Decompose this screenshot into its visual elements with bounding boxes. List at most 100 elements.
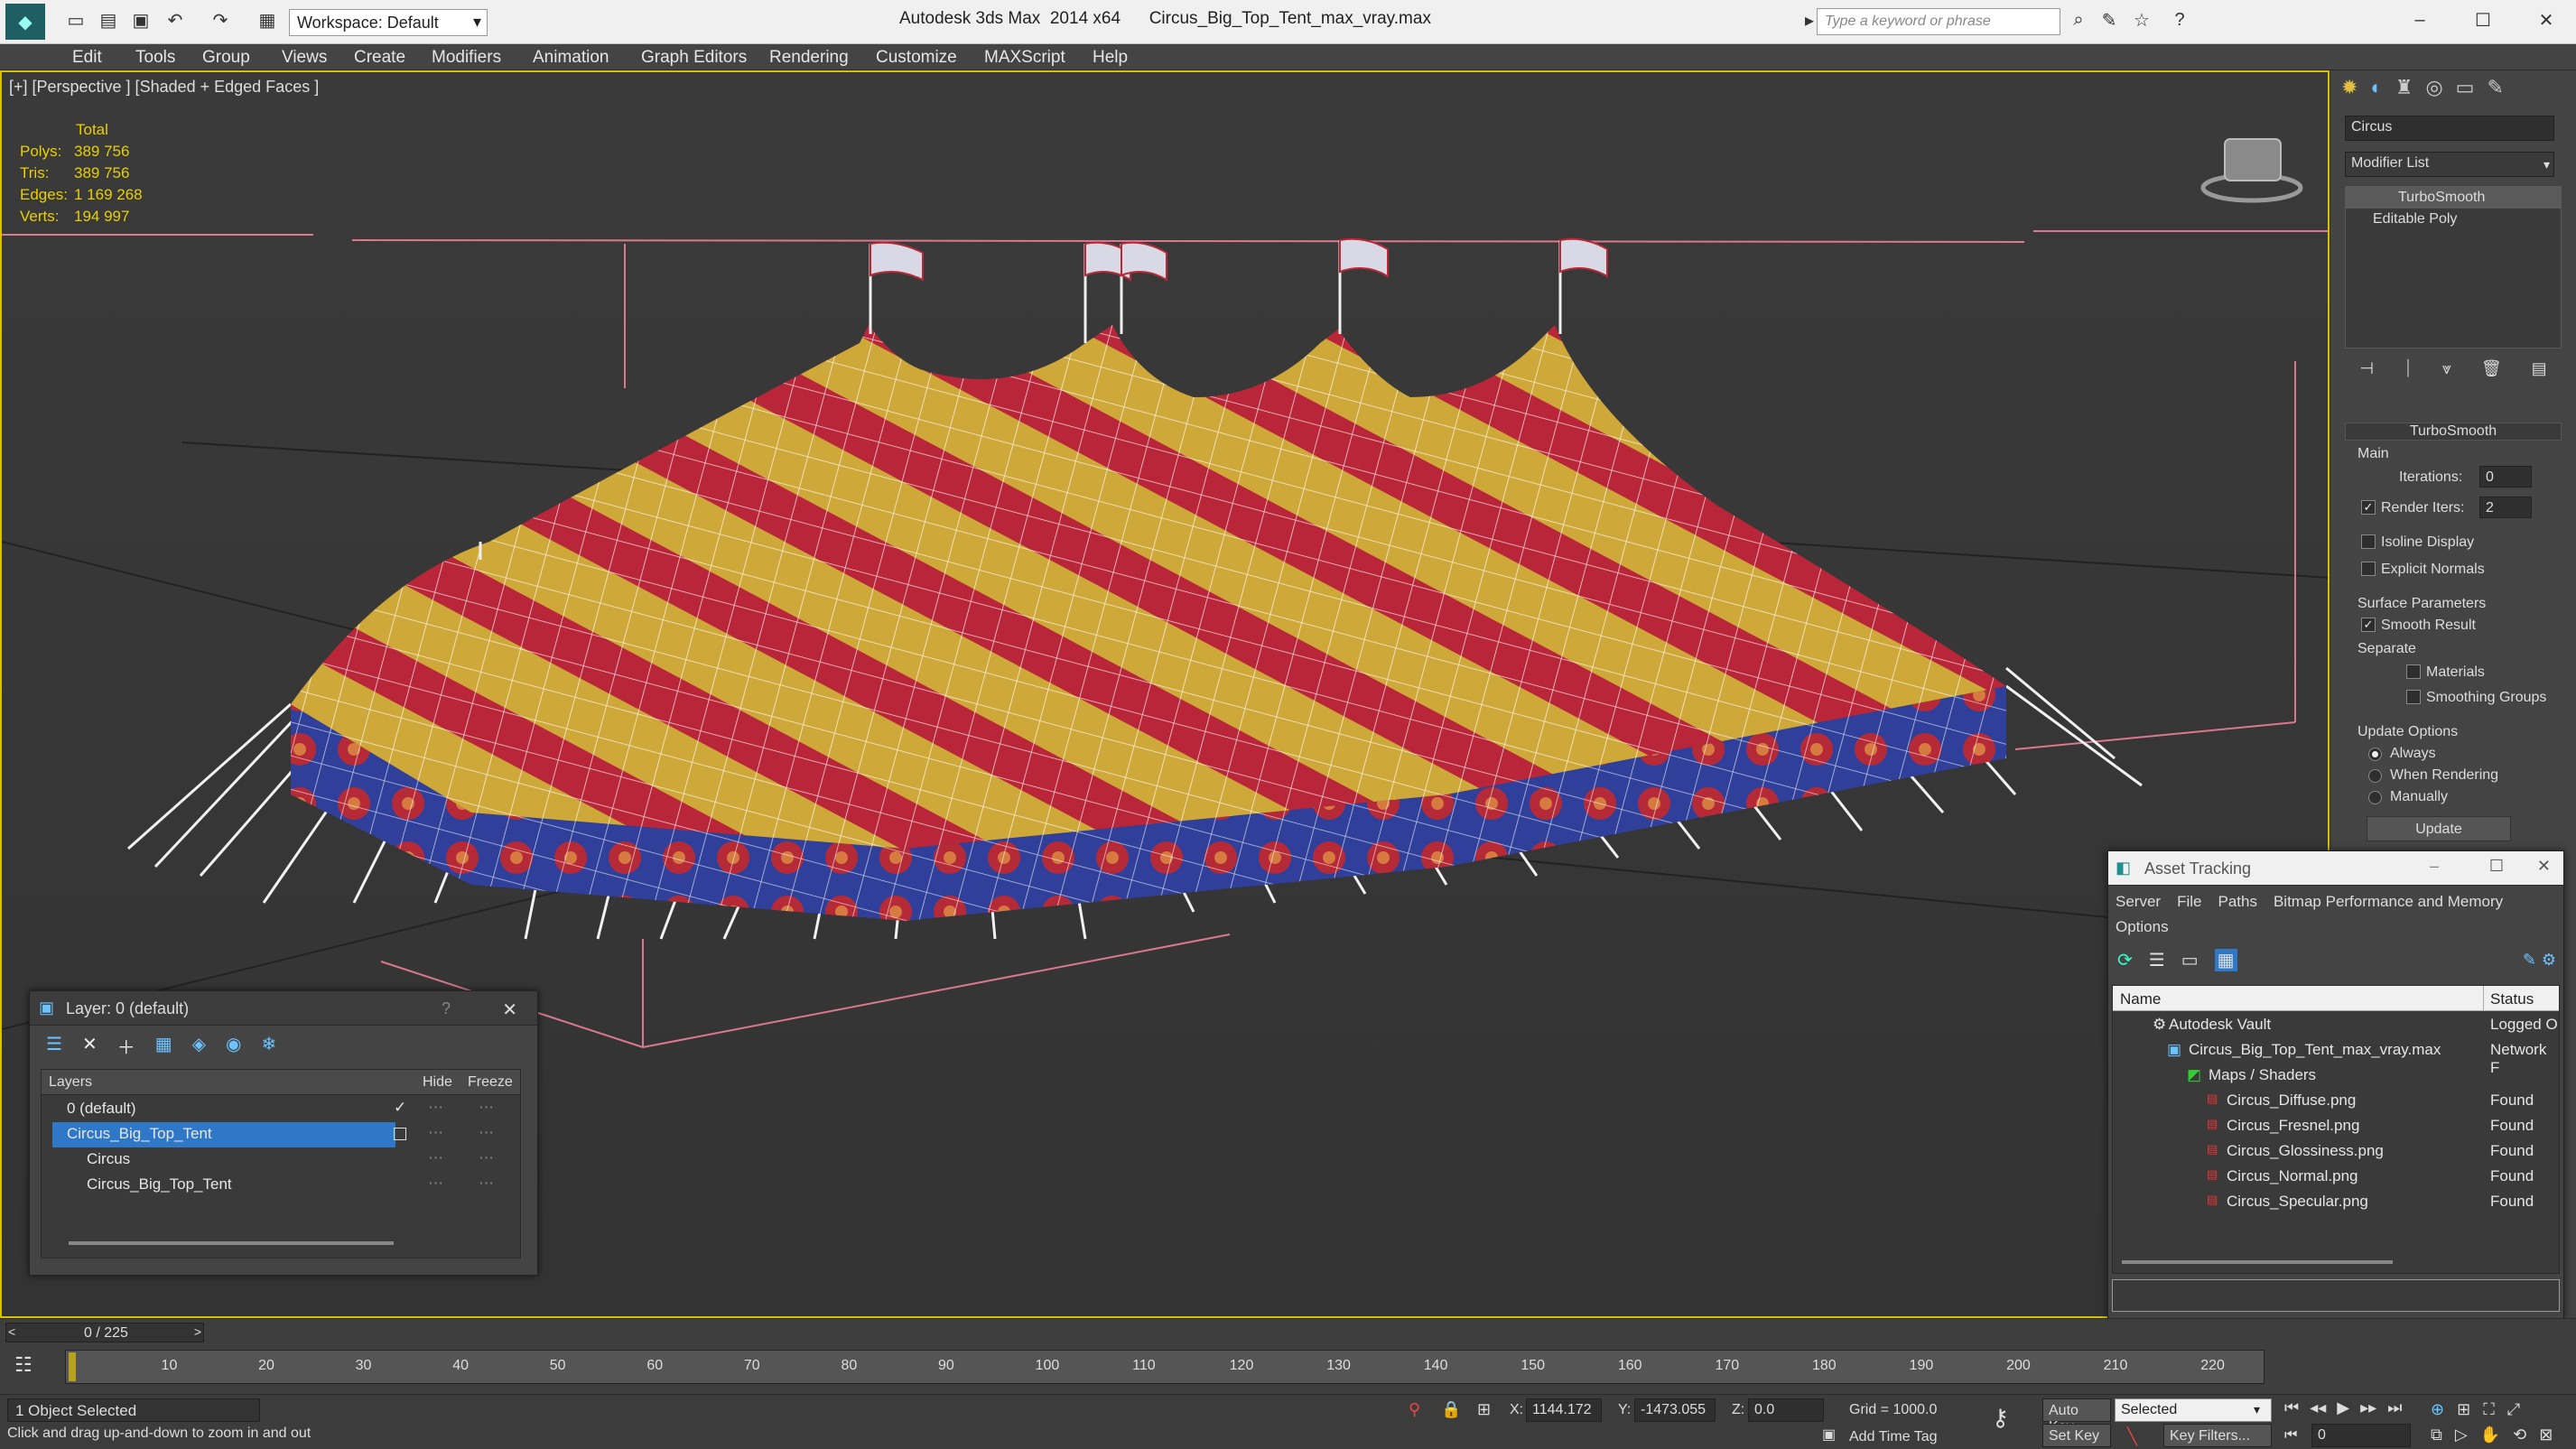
zoom-icon[interactable]: ⊕ bbox=[2431, 1400, 2444, 1419]
show-end-result-icon[interactable]: ⏐ bbox=[2404, 359, 2413, 386]
stack-item-turbosmooth[interactable]: TurboSmooth bbox=[2346, 187, 2561, 209]
hide-toggle[interactable]: ⋯ bbox=[428, 1124, 443, 1142]
binoculars-icon[interactable]: ⌕ bbox=[2066, 7, 2091, 33]
object-name-field[interactable]: Circus bbox=[2345, 116, 2554, 141]
zoom-extents-icon[interactable]: ⛶ bbox=[2483, 1400, 2495, 1419]
open-file-icon[interactable]: ▤ bbox=[96, 7, 121, 33]
asset-tracking-titlebar[interactable]: ◧ Asset Tracking – ☐ ✕ bbox=[2108, 851, 2563, 886]
viewport-toggle-icon[interactable]: ⊠ bbox=[2539, 1426, 2553, 1444]
render-iters-checkbox[interactable]: ✓ bbox=[2361, 500, 2376, 515]
play-icon[interactable]: ▶ bbox=[2337, 1398, 2349, 1417]
menu-views[interactable]: Views bbox=[282, 48, 327, 68]
active-layer-check-icon[interactable]: ✓ bbox=[394, 1099, 406, 1117]
remove-modifier-icon[interactable]: 🗑 bbox=[2481, 359, 2502, 386]
key-filters-button[interactable]: Key Filters... bbox=[2163, 1424, 2272, 1447]
display-tab-icon[interactable]: ▭ bbox=[2456, 76, 2475, 108]
freeze-toggle[interactable]: ⋯ bbox=[479, 1124, 494, 1142]
undo-icon[interactable]: ↶ bbox=[163, 7, 188, 33]
help-icon[interactable]: ? bbox=[442, 999, 451, 1018]
chevron-left-icon[interactable]: < bbox=[8, 1324, 15, 1339]
refresh-icon[interactable]: ⟳ bbox=[2117, 949, 2133, 971]
current-frame-field[interactable]: 0 bbox=[2311, 1424, 2411, 1447]
minimize-icon[interactable]: – bbox=[2407, 7, 2432, 33]
horizontal-scrollbar[interactable] bbox=[69, 1241, 394, 1245]
layer-object-row[interactable]: Circus_Big_Top_Tent ⋯ ⋯ bbox=[42, 1173, 520, 1198]
time-slider[interactable]: < 0 / 225 > bbox=[5, 1323, 204, 1342]
layers-column-header[interactable]: Layers bbox=[49, 1074, 92, 1091]
field-of-view-icon[interactable]: ▷ bbox=[2455, 1426, 2468, 1444]
key-mode-icon[interactable]: ╲ bbox=[2127, 1427, 2137, 1446]
close-icon[interactable]: ✕ bbox=[2534, 7, 2559, 33]
freeze-toggle[interactable]: ⋯ bbox=[479, 1149, 494, 1167]
go-to-start-icon[interactable]: ⏮ bbox=[2284, 1398, 2299, 1417]
materials-checkbox[interactable] bbox=[2406, 664, 2421, 679]
when-rendering-radio[interactable] bbox=[2368, 769, 2382, 783]
redo-icon[interactable]: ↷ bbox=[208, 7, 233, 33]
asset-row[interactable]: ▤ Circus_Glossiness.png Found bbox=[2113, 1139, 2559, 1165]
x-coordinate-field[interactable]: 1144.172 bbox=[1526, 1398, 1602, 1422]
freeze-all-icon[interactable]: ❄ bbox=[261, 1033, 276, 1059]
modify-tab-icon[interactable]: ◐ bbox=[2370, 76, 2382, 108]
track-bar[interactable]: 10 20 30 40 50 60 70 80 90 100 110 120 130 140 150 160 1… bbox=[65, 1350, 2264, 1384]
zoom-all-icon[interactable]: ⊞ bbox=[2457, 1400, 2470, 1419]
list-view-icon[interactable]: ☰ bbox=[2149, 949, 2165, 971]
modifier-stack[interactable]: TurboSmooth Editable Poly bbox=[2345, 186, 2562, 348]
orbit-icon[interactable]: ⟲ bbox=[2513, 1426, 2526, 1444]
smoothing-groups-checkbox[interactable] bbox=[2406, 690, 2421, 704]
isoline-checkbox[interactable] bbox=[2361, 534, 2376, 549]
freeze-column-header[interactable]: Freeze bbox=[468, 1074, 513, 1091]
menu-paths[interactable]: Paths bbox=[2218, 893, 2256, 911]
time-config-icon[interactable]: ⧉ bbox=[2431, 1426, 2442, 1444]
favorites-icon[interactable]: ☆ bbox=[2129, 7, 2154, 33]
menu-maxscript[interactable]: MAXScript bbox=[984, 48, 1065, 68]
new-file-icon[interactable]: ▭ bbox=[63, 7, 88, 33]
asset-row[interactable]: ◩ Maps / Shaders bbox=[2113, 1064, 2559, 1089]
y-coordinate-field[interactable]: -1473.055 bbox=[1634, 1398, 1716, 1422]
menu-server[interactable]: Server bbox=[2116, 893, 2161, 911]
project-icon[interactable]: ▦ bbox=[255, 7, 280, 33]
add-time-tag[interactable]: Add Time Tag bbox=[1849, 1429, 1938, 1445]
layer-object-row[interactable]: Circus ⋯ ⋯ bbox=[42, 1147, 520, 1173]
save-icon[interactable]: ▣ bbox=[128, 7, 153, 33]
maximize-icon[interactable]: ☐ bbox=[2470, 7, 2496, 33]
freeze-toggle[interactable]: ⋯ bbox=[479, 1099, 494, 1117]
hierarchy-tab-icon[interactable]: ♜ bbox=[2395, 76, 2413, 108]
layer-manager-titlebar[interactable]: ▣ Layer: 0 (default) ? ✕ bbox=[30, 991, 537, 1026]
stack-item-editable-poly[interactable]: Editable Poly bbox=[2346, 209, 2561, 230]
asset-row[interactable]: ▤ Circus_Diffuse.png Found bbox=[2113, 1089, 2559, 1114]
utilities-tab-icon[interactable]: ✎ bbox=[2487, 76, 2503, 108]
next-frame-icon[interactable]: ▸▸ bbox=[2360, 1398, 2376, 1417]
vault-login-icon[interactable]: ⚙ bbox=[2542, 951, 2556, 970]
create-tab-icon[interactable]: ✹ bbox=[2341, 76, 2357, 108]
auto-key-button[interactable]: Auto Key bbox=[2042, 1398, 2111, 1435]
communication-icon[interactable]: ✎ bbox=[2097, 7, 2122, 33]
maximize-viewport-icon[interactable]: ⤢ bbox=[2507, 1400, 2520, 1419]
go-to-end-icon[interactable]: ⏭ bbox=[2387, 1398, 2402, 1417]
isolate-icon[interactable]: ⚲ bbox=[1409, 1400, 1420, 1419]
iterations-spinner[interactable]: 0 bbox=[2479, 466, 2532, 488]
asset-row[interactable]: ▤ Circus_Normal.png Found bbox=[2113, 1165, 2559, 1190]
key-selection-dropdown[interactable]: Selected bbox=[2115, 1398, 2272, 1422]
hide-toggle[interactable]: ⋯ bbox=[428, 1149, 443, 1167]
hide-column-header[interactable]: Hide bbox=[423, 1074, 452, 1091]
add-to-layer-icon[interactable]: ＋ bbox=[117, 1033, 135, 1059]
make-active-icon[interactable] bbox=[394, 1128, 406, 1140]
set-key-button[interactable]: Set Key bbox=[2042, 1424, 2111, 1447]
asset-row[interactable]: ⚙ Autodesk Vault Logged O bbox=[2113, 1013, 2559, 1038]
thumbnail-view-icon[interactable]: ▭ bbox=[2181, 949, 2199, 971]
time-slider-handle[interactable] bbox=[69, 1352, 76, 1381]
asset-row[interactable]: ▤ Circus_Specular.png Found bbox=[2113, 1190, 2559, 1215]
table-view-icon[interactable]: ▦ bbox=[2214, 949, 2237, 971]
rollout-header-turbosmooth[interactable]: TurboSmooth bbox=[2345, 423, 2562, 441]
key-icon[interactable]: ⚷ bbox=[1992, 1404, 2009, 1432]
menu-rendering[interactable]: Rendering bbox=[769, 48, 849, 68]
menu-customize[interactable]: Customize bbox=[876, 48, 957, 68]
new-layer-icon[interactable]: ☰ bbox=[46, 1033, 62, 1059]
horizontal-scrollbar[interactable] bbox=[2122, 1260, 2393, 1264]
manually-radio[interactable] bbox=[2368, 791, 2382, 804]
asset-row[interactable]: ▣ Circus_Big_Top_Tent_max_vray.max Netwo… bbox=[2113, 1038, 2559, 1076]
render-iters-spinner[interactable]: 2 bbox=[2479, 497, 2532, 518]
hide-all-icon[interactable]: ◉ bbox=[226, 1033, 241, 1059]
menu-animation[interactable]: Animation bbox=[533, 48, 609, 68]
curve-editor-icon[interactable]: ☷ bbox=[5, 1348, 42, 1388]
